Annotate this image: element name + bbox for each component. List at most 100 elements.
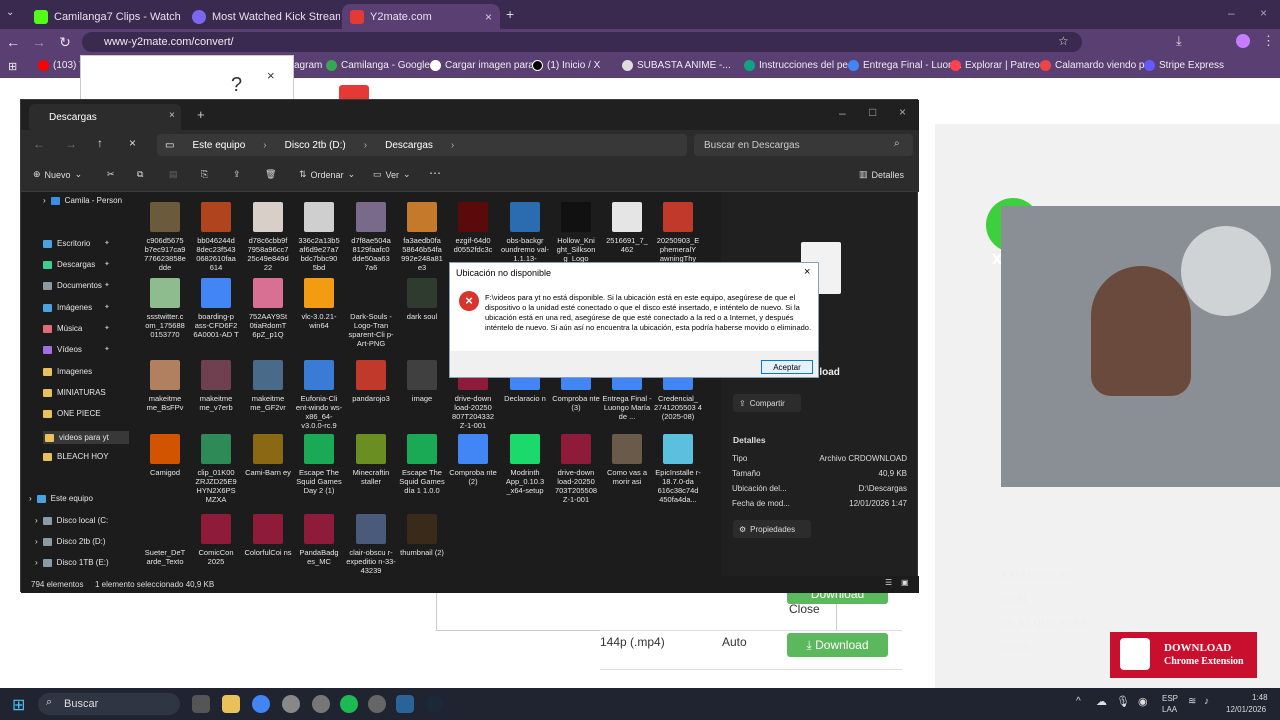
- close-icon[interactable]: ×: [899, 105, 906, 119]
- file-item[interactable]: pandarojo3: [346, 360, 396, 403]
- bookmark-item[interactable]: SUBASTA ANIME -...: [622, 60, 731, 71]
- file-item[interactable]: makeitme me_GF2vr: [243, 360, 293, 412]
- taskbar-search[interactable]: ⌕ Buscar: [38, 693, 180, 715]
- file-item[interactable]: makeitme me_v7erb: [191, 360, 241, 412]
- nav-item[interactable]: Documentos: [43, 281, 102, 290]
- clock-date[interactable]: 12/01/2026: [1226, 705, 1266, 714]
- bookmark-item[interactable]: Instrucciones del pe...: [744, 60, 856, 71]
- start-icon[interactable]: ⊞: [12, 695, 25, 715]
- copy-icon[interactable]: ⧉: [137, 169, 143, 180]
- nav-item[interactable]: › Camila - Person: [43, 196, 122, 205]
- chevron-right-icon[interactable]: ›: [35, 537, 38, 546]
- pin-icon[interactable]: ✦: [104, 239, 110, 247]
- bookmark-item[interactable]: Explorar | Patreon: [950, 60, 1045, 71]
- file-item[interactable]: Modrinth App_0.10.3 _x64-setup: [500, 434, 550, 495]
- bookmark-star-icon[interactable]: ☆: [1058, 34, 1069, 48]
- modal-close-button[interactable]: Close: [789, 602, 820, 616]
- nav-item[interactable]: › Disco 1TB (E:): [35, 558, 109, 567]
- nav-item[interactable]: videos para yt: [43, 431, 129, 444]
- up-icon[interactable]: ↑: [97, 136, 103, 150]
- file-item[interactable]: Como vas a morir asi: [602, 434, 652, 486]
- back-icon[interactable]: ←: [33, 137, 45, 151]
- pin-icon[interactable]: ✦: [104, 324, 110, 332]
- details-pane-button[interactable]: ▥ Detalles: [859, 169, 904, 180]
- file-item[interactable]: clip_01K00 ZRJZD25E9 HYN2X6PS MZXA: [191, 434, 241, 504]
- language-indicator[interactable]: ESP: [1162, 694, 1178, 703]
- chevron-right-icon[interactable]: ›: [43, 196, 46, 205]
- minimize-window-icon[interactable]: –: [1228, 6, 1235, 20]
- file-item[interactable]: Escape The Squid Games día 1 1.0.0: [397, 434, 447, 495]
- nav-item[interactable]: › Disco local (C:: [35, 516, 108, 525]
- file-item[interactable]: ssstwitter.c om_175688 0153770: [140, 278, 190, 339]
- wifi-icon[interactable]: ≋: [1188, 696, 1196, 707]
- download-button[interactable]: ⤓ Download: [787, 633, 888, 657]
- mic-icon[interactable]: 🎙: [1116, 695, 1130, 708]
- bookmark-item[interactable]: Calamardo viendo p...: [1040, 60, 1153, 71]
- file-item[interactable]: Cami-Barn ey: [243, 434, 293, 477]
- file-item[interactable]: fa3aedb0fa 58646b54fa 992e248a81 e3: [397, 202, 447, 272]
- minimize-icon[interactable]: –: [839, 106, 846, 120]
- chrome-extension-banner[interactable]: DOWNLOAD Chrome Extension: [1110, 632, 1257, 678]
- popup-close-icon[interactable]: ×: [267, 68, 275, 83]
- file-item[interactable]: image: [397, 360, 447, 403]
- new-tab-icon[interactable]: +: [506, 6, 514, 22]
- file-item[interactable]: vlc-3.0.21- win64: [294, 278, 344, 330]
- settings-taskbar-icon[interactable]: [282, 695, 300, 713]
- file-item[interactable]: Hollow_Kni ght_Silkson g_Logo: [551, 202, 601, 263]
- file-item[interactable]: EpicInstalle r-18.7.0-da 616c38c74d 450f…: [653, 434, 703, 504]
- address-bar[interactable]: www-y2mate.com/convert/: [82, 32, 1082, 52]
- pin-icon[interactable]: ✦: [104, 345, 110, 353]
- file-item[interactable]: Escape The Squid Games Day 2 (1): [294, 434, 344, 495]
- browser-tab-2[interactable]: Most Watched Kick Streamers, ×: [184, 4, 340, 29]
- nav-item[interactable]: › Este equipo: [29, 494, 93, 503]
- pin-icon[interactable]: ✦: [104, 303, 110, 311]
- file-item[interactable]: obs-backgr oundremo val-1.1.13-: [500, 202, 550, 263]
- file-item[interactable]: d7f8ae504a 8129faafc0 dde50aa63 7a6: [346, 202, 396, 272]
- crumb-item[interactable]: Descargas: [385, 140, 433, 151]
- chevron-up-icon[interactable]: ^: [1076, 696, 1081, 707]
- profile-avatar[interactable]: [1236, 34, 1250, 48]
- steam-taskbar-icon[interactable]: [426, 695, 444, 713]
- pin-icon[interactable]: ✦: [104, 260, 110, 268]
- forward-icon[interactable]: →: [65, 137, 77, 151]
- view-button[interactable]: ▭ Ver ⌄: [373, 169, 411, 180]
- apps-icon[interactable]: ⊞: [8, 60, 17, 73]
- file-item[interactable]: clair-obscu r-expeditio n-33-43239: [346, 514, 396, 575]
- nav-item[interactable]: Vídeos: [43, 345, 82, 354]
- nav-item[interactable]: BLEACH HOY: [43, 452, 109, 461]
- file-item[interactable]: Eufonia-Cli ent-windo ws-x86_64- v3.0.0-…: [294, 360, 344, 430]
- explorer-search-input[interactable]: Buscar en Descargas ⌕: [694, 134, 913, 156]
- vegas-taskbar-icon[interactable]: [396, 695, 414, 713]
- pin-icon[interactable]: ✦: [104, 281, 110, 289]
- nav-item[interactable]: ONE PIECE: [43, 409, 101, 418]
- file-item[interactable]: thumbnail (2): [397, 514, 447, 557]
- tray-icon[interactable]: ◉: [1138, 695, 1148, 708]
- downloads-icon[interactable]: ⤓: [1176, 33, 1182, 49]
- browser-tab-1[interactable]: Camilanga7 Clips - Watch Live ×: [26, 4, 184, 29]
- app-taskbar-icon[interactable]: [368, 695, 386, 713]
- file-item[interactable]: Comproba nte (2): [448, 434, 498, 486]
- menu-icon[interactable]: ⋮: [1262, 33, 1275, 49]
- file-item[interactable]: dark soul: [397, 278, 447, 321]
- more-options-icon[interactable]: ⋯: [429, 166, 441, 180]
- nav-item[interactable]: › Disco 2tb (D:): [35, 537, 106, 546]
- crumb-item[interactable]: Este equipo: [192, 140, 245, 151]
- nav-item[interactable]: MINIATURAS: [43, 388, 106, 397]
- crumb-item[interactable]: Disco 2tb (D:): [285, 140, 346, 151]
- paste-icon[interactable]: ▤: [169, 169, 178, 180]
- bookmark-item[interactable]: (1) Inicio / X: [532, 60, 600, 71]
- file-item[interactable]: Dark-Souls -Logo-Tran sparent-Cli p-Art-…: [346, 278, 396, 348]
- file-item[interactable]: 336c2a13b5 af6d9e27a7 bdc7bbc90 5bd: [294, 202, 344, 272]
- tab-list-icon[interactable]: ⌄: [6, 7, 14, 18]
- cut-icon[interactable]: ✂: [107, 169, 115, 180]
- clock-time[interactable]: 1:48: [1252, 693, 1268, 702]
- file-item[interactable]: ComicCon 2025: [191, 514, 241, 566]
- bookmark-item[interactable]: agram: [294, 60, 322, 71]
- file-item[interactable]: 2516691_7_ 462: [602, 202, 652, 254]
- nav-item[interactable]: Descargas: [43, 260, 95, 269]
- file-item[interactable]: PandaBadg es_MC: [294, 514, 344, 566]
- chevron-right-icon[interactable]: ›: [35, 558, 38, 567]
- tiles-view-icon[interactable]: ▣: [901, 578, 909, 587]
- file-item[interactable]: drive-down load-20250 703T205508 Z-1-001: [551, 434, 601, 504]
- stop-icon[interactable]: ×: [129, 136, 136, 150]
